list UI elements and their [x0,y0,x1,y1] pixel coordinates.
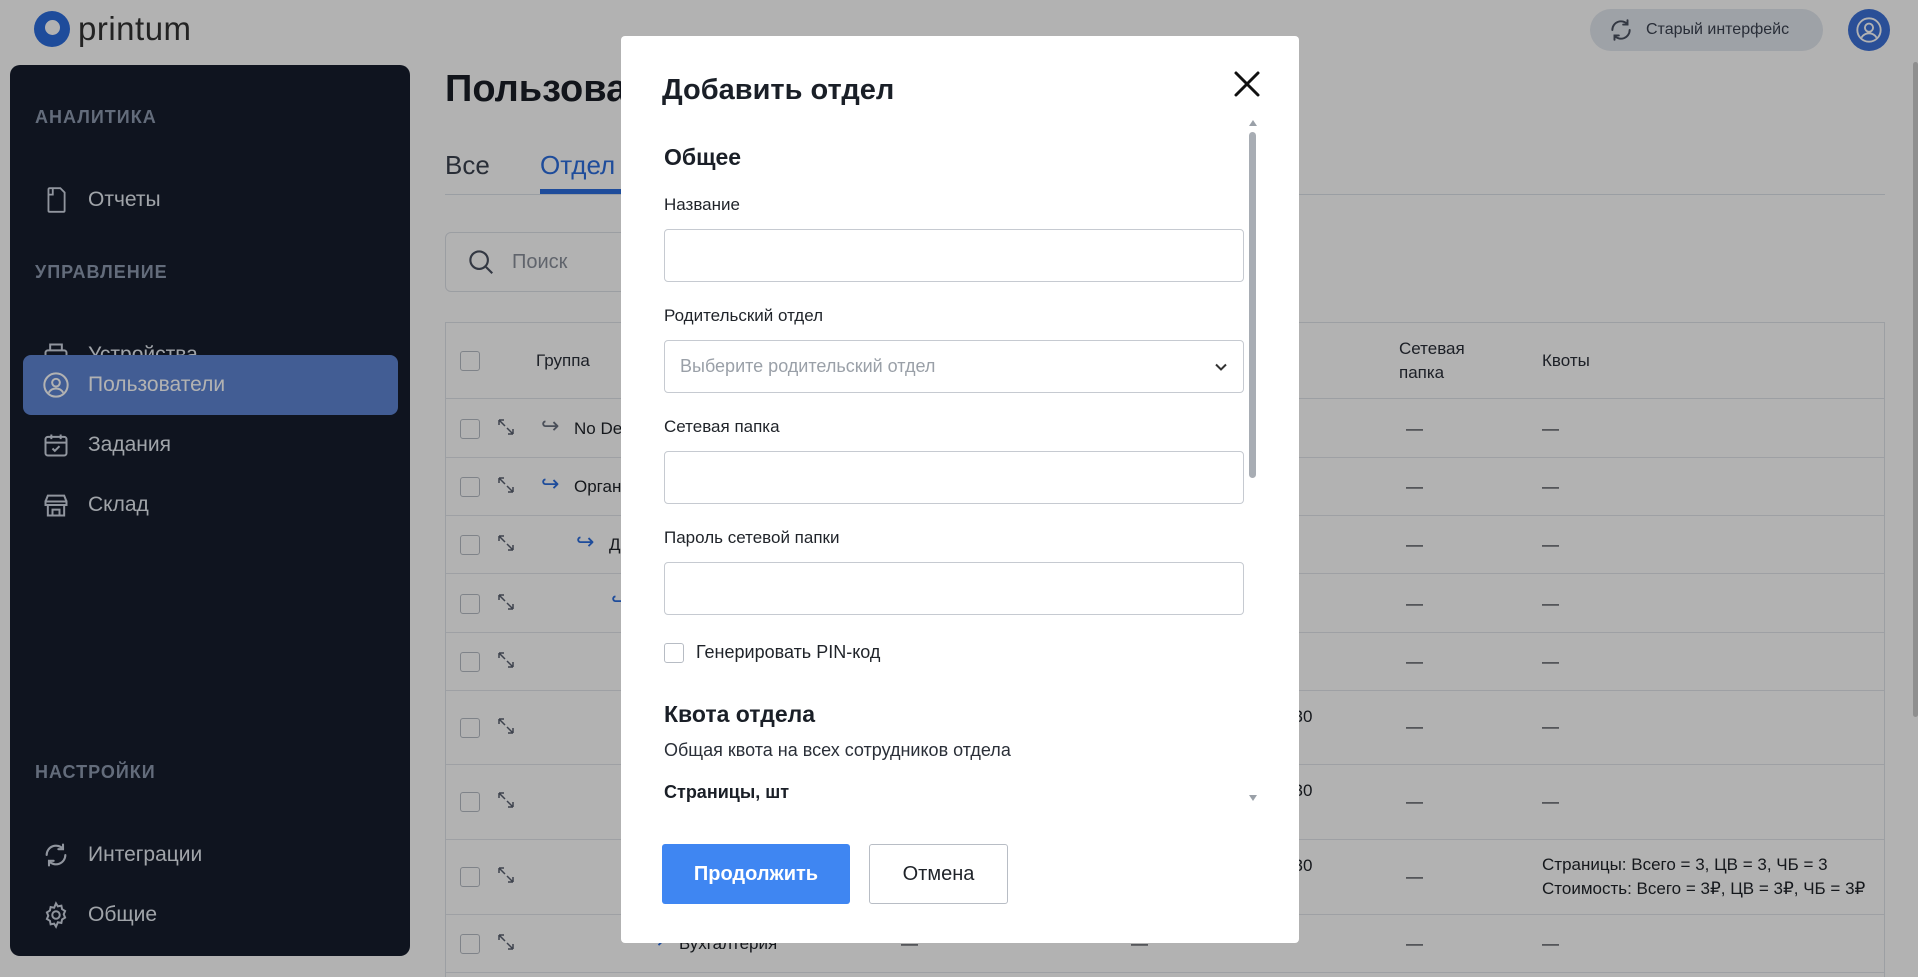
generate-pin-checkbox[interactable] [664,642,684,663]
chevron-down-icon [1215,363,1227,371]
continue-button[interactable]: Продолжить [662,844,850,904]
parent-department-select[interactable]: Выберите родительский отдел [664,340,1244,393]
name-label: Название [664,195,740,214]
generate-pin-option[interactable]: Генерировать PIN-код [664,642,880,663]
modal-scrollbar[interactable] [1249,132,1256,478]
modal-title: Добавить отдел [662,74,895,106]
pages-label: Страницы, шт [664,782,790,802]
network-folder-label: Сетевая папка [664,417,780,436]
network-folder-input[interactable] [664,451,1244,504]
scroll-down-arrow[interactable] [1249,795,1257,801]
quota-section-title: Квота отдела [664,701,816,727]
page-scrollbar[interactable] [1913,62,1918,717]
generate-pin-label: Генерировать PIN-код [696,642,881,662]
folder-password-input[interactable] [664,562,1244,615]
name-input[interactable] [664,229,1244,282]
scroll-up-arrow[interactable] [1249,120,1257,126]
folder-password-label: Пароль сетевой папки [664,528,840,547]
section-general-title: Общее [664,144,742,170]
close-icon[interactable] [1232,69,1262,99]
add-department-modal: Добавить отдел Общее Название Родительск… [621,36,1299,943]
quota-description: Общая квота на всех сотрудников отдела [664,740,1011,760]
parent-department-placeholder: Выберите родительский отдел [680,356,936,376]
parent-department-label: Родительский отдел [664,306,824,325]
cancel-button[interactable]: Отмена [869,844,1008,904]
